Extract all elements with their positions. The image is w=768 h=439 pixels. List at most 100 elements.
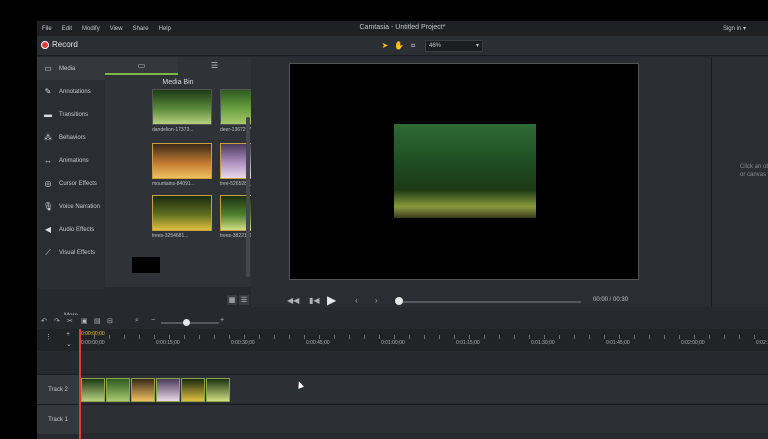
- sidebar-item-visual-effects[interactable]: ⟋ Visual Effects: [37, 241, 105, 264]
- paste-icon[interactable]: ▤: [94, 317, 101, 325]
- timeline-toolbar: ↶ ↷ ✂ ▣ ▤ ⊟ ⌕ − +: [37, 315, 768, 329]
- behavior-icon: ⁂: [44, 133, 52, 142]
- sign-in-menu[interactable]: Sign in ▾: [723, 25, 746, 32]
- collapse-tracks-icon[interactable]: ⌄: [66, 340, 72, 348]
- sidebar-item-voice-narration[interactable]: 🎙 Voice Narration: [37, 195, 105, 218]
- ruler-tick-mark: [304, 335, 305, 339]
- undo-icon[interactable]: ↶: [41, 317, 47, 325]
- sidebar-item-media[interactable]: ▭ Media: [37, 57, 105, 80]
- record-label: Record: [52, 40, 78, 49]
- timeline-zoom-handle[interactable]: [183, 319, 190, 326]
- playhead[interactable]: [79, 329, 81, 439]
- ruler-tick-mark: [349, 335, 350, 339]
- menu-help[interactable]: Help: [154, 26, 176, 32]
- copy-icon[interactable]: ▣: [81, 317, 88, 325]
- media-view-buttons: ▦ ☰: [227, 295, 249, 305]
- detail-view-icon[interactable]: ☰: [239, 295, 249, 305]
- record-button[interactable]: Record: [41, 40, 78, 49]
- timeline-clip[interactable]: [181, 378, 205, 402]
- canvas-zoom-select[interactable]: 46% ▾: [425, 39, 483, 52]
- ruler-tick-mark: [259, 335, 260, 339]
- ruler-tick-mark: [439, 335, 440, 339]
- annotation-icon: ✎: [44, 87, 52, 96]
- scrub-bar[interactable]: [401, 301, 581, 303]
- hand-icon[interactable]: ✋: [393, 39, 405, 52]
- ruler-tick-mark: [484, 335, 485, 339]
- previous-clip-icon[interactable]: ‹: [355, 296, 358, 305]
- track-1[interactable]: Track 1: [37, 404, 768, 434]
- media-bin-title: Media Bin: [162, 79, 194, 86]
- grid-view-icon[interactable]: ▦: [227, 295, 237, 305]
- timeline-clip[interactable]: [131, 378, 155, 402]
- media-drag-preview: [132, 257, 160, 273]
- step-back-icon[interactable]: ◀◀: [287, 296, 299, 305]
- track-label: Track 2: [37, 375, 79, 404]
- scrub-handle[interactable]: [395, 297, 403, 305]
- menu-modify[interactable]: Modify: [77, 26, 105, 32]
- redo-icon[interactable]: ↷: [54, 317, 60, 325]
- ruler-tick-mark: [124, 335, 125, 339]
- main-toolbar: Record ➤ ✋ ⌗ 46% ▾: [37, 36, 768, 56]
- media-view-tabs: ▭ ☰: [105, 57, 251, 75]
- canvas-tools: ➤ ✋ ⌗ 46% ▾: [379, 39, 483, 52]
- frame-back-icon[interactable]: ▮◀: [309, 296, 320, 305]
- ruler-tick-mark: [634, 335, 635, 339]
- ruler-tick-mark: [739, 335, 740, 339]
- sidebar-item-animations[interactable]: ↔ Animations: [37, 149, 105, 172]
- ruler-tick-label: 0:00:15;00: [156, 340, 180, 346]
- ruler-tick-mark: [694, 335, 695, 339]
- ruler-tick-label: 0:01:30;00: [531, 340, 555, 346]
- menu-edit[interactable]: Edit: [57, 26, 77, 32]
- play-icon[interactable]: ▶: [327, 293, 341, 307]
- menu-view[interactable]: View: [105, 26, 128, 32]
- zoom-magnifier-icon[interactable]: ⌕: [135, 317, 139, 325]
- ruler-tick-mark: [334, 335, 335, 339]
- split-icon[interactable]: ⊟: [107, 317, 113, 325]
- thumbnail-view-tab[interactable]: ▭: [105, 57, 178, 75]
- media-item[interactable]: mountains-84091...: [152, 143, 214, 187]
- ruler-tick-mark: [319, 335, 320, 339]
- media-bin-panel: ▭ ☰ Media Bin dandelion-17373... deer-13…: [105, 57, 280, 287]
- media-bin-scrollbar[interactable]: [246, 117, 250, 277]
- canvas-stage[interactable]: [289, 63, 639, 280]
- timeline-header: + ⌄ ⋮ 0:00:00;00 0:00:15;00 0:00:30;00 0:00…: [37, 329, 768, 351]
- properties-panel: Click an object on th or canvas to show …: [711, 57, 768, 307]
- menu-share[interactable]: Share: [128, 26, 154, 32]
- timeline-clip[interactable]: [206, 378, 230, 402]
- timeline-clip[interactable]: [81, 378, 105, 402]
- add-track-icon[interactable]: +: [66, 331, 70, 338]
- zoom-out-icon[interactable]: −: [151, 317, 155, 324]
- ruler-tick-mark: [214, 335, 215, 339]
- sidebar-item-cursor-effects[interactable]: ◎ Cursor Effects: [37, 172, 105, 195]
- sidebar-item-label: Animations: [59, 157, 89, 164]
- next-clip-icon[interactable]: ›: [375, 296, 378, 305]
- sidebar-item-behaviors[interactable]: ⁂ Behaviors: [37, 126, 105, 149]
- list-view-tab[interactable]: ☰: [178, 57, 251, 75]
- ruler-tick-mark: [199, 335, 200, 339]
- ruler-tick-mark: [649, 335, 650, 339]
- ruler-tick-mark: [589, 335, 590, 339]
- media-item[interactable]: dandelion-17373...: [152, 89, 214, 133]
- timeline-clip[interactable]: [156, 378, 180, 402]
- sidebar-item-transitions[interactable]: ▬ Transitions: [37, 103, 105, 126]
- ruler-tick-mark: [229, 335, 230, 339]
- ruler-tick-mark: [154, 335, 155, 339]
- microphone-icon: 🎙: [43, 202, 54, 211]
- canvas-media-preview[interactable]: [394, 124, 536, 218]
- timeline-zoom-slider[interactable]: [161, 322, 219, 324]
- sidebar-item-audio-effects[interactable]: ◀ Audio Effects: [37, 218, 105, 241]
- crop-icon[interactable]: ⌗: [407, 39, 419, 52]
- zoom-in-icon[interactable]: +: [220, 317, 224, 324]
- sidebar-item-label: Visual Effects: [59, 249, 96, 256]
- cut-icon[interactable]: ✂: [67, 317, 73, 325]
- menu-file[interactable]: File: [37, 26, 57, 32]
- timeline-ruler[interactable]: 0:00:00;00 0:00:15;00 0:00:30;00 0:00:45;00…: [79, 329, 768, 351]
- magnet-icon[interactable]: ⋮: [45, 333, 52, 341]
- ruler-tick-mark: [184, 335, 185, 339]
- sidebar-item-annotations[interactable]: ✎ Annotations: [37, 80, 105, 103]
- track-2[interactable]: Track 2: [37, 374, 768, 404]
- ruler-tick-label: 0:01:00;00: [381, 340, 405, 346]
- media-item[interactable]: trees-3254681...: [152, 195, 214, 239]
- timeline-clip[interactable]: [106, 378, 130, 402]
- arrow-pointer-icon[interactable]: ➤: [379, 39, 391, 52]
